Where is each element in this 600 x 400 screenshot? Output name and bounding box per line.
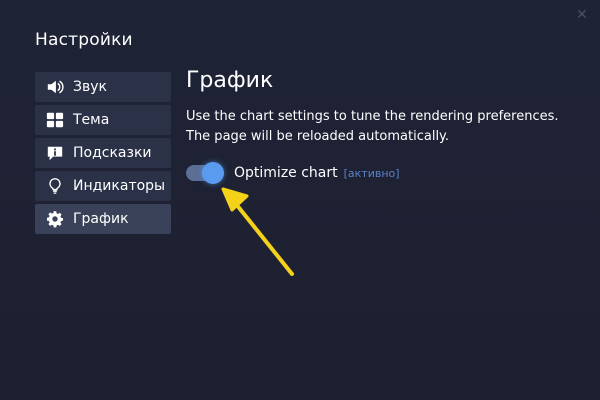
gear-icon [45, 209, 65, 229]
settings-content: График Use the chart settings to tune th… [186, 68, 576, 185]
lightbulb-icon [45, 176, 65, 196]
sidebar-item-indicators[interactable]: Индикаторы [35, 171, 171, 201]
sidebar-item-chart[interactable]: График [35, 204, 171, 234]
grid-icon [45, 110, 65, 130]
close-icon[interactable]: ✕ [574, 7, 590, 23]
sidebar-item-label: График [73, 211, 129, 227]
settings-dialog: ✕ Настройки Звук Тема Подсказки Индикато… [0, 0, 600, 400]
toggle-knob[interactable] [202, 162, 224, 184]
sidebar-item-label: Тема [73, 112, 110, 128]
sidebar-item-label: Подсказки [73, 145, 152, 161]
section-description: Use the chart settings to tune the rende… [186, 107, 576, 147]
optimize-chart-row: Optimize chart [активно] [186, 161, 576, 185]
section-title: График [186, 68, 274, 93]
speaker-icon [45, 77, 65, 97]
info-icon [45, 143, 65, 163]
sidebar-item-theme[interactable]: Тема [35, 105, 171, 135]
sidebar-item-sound[interactable]: Звук [35, 72, 171, 102]
description-line-2: The page will be reloaded automatically. [186, 129, 450, 144]
optimize-chart-label: Optimize chart [234, 165, 338, 181]
sidebar-item-label: Индикаторы [73, 178, 166, 194]
description-line-1: Use the chart settings to tune the rende… [186, 109, 559, 124]
optimize-chart-toggle[interactable] [186, 162, 224, 184]
toggle-status-badge: [активно] [343, 166, 400, 180]
sidebar-item-label: Звук [73, 79, 107, 95]
settings-sidebar: Звук Тема Подсказки Индикаторы График [35, 72, 171, 237]
dialog-title: Настройки [35, 30, 133, 50]
sidebar-item-hints[interactable]: Подсказки [35, 138, 171, 168]
